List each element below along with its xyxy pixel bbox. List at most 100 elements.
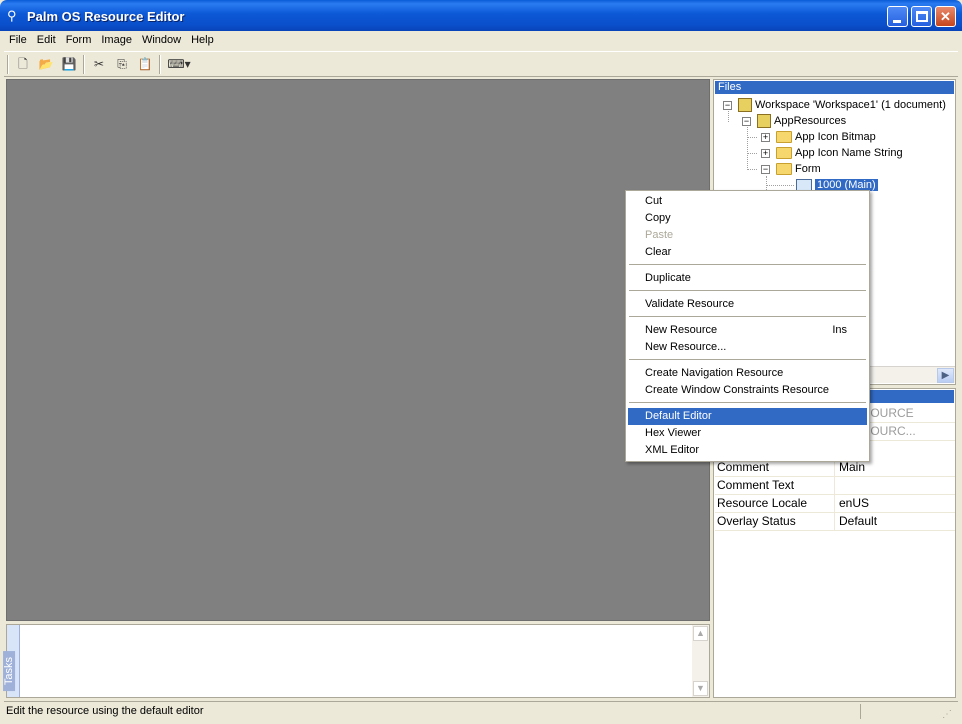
collapse-icon[interactable]: − xyxy=(723,100,732,110)
files-panel-header: Files xyxy=(715,81,954,94)
menu-item-paste: Paste xyxy=(645,229,674,241)
menu-separator xyxy=(629,359,866,360)
document-workspace[interactable] xyxy=(6,79,710,621)
toolbar-separator xyxy=(83,55,85,74)
menu-help[interactable]: Help xyxy=(186,31,219,49)
copy-icon: ⎘ xyxy=(117,57,127,71)
menu-item-clear[interactable]: Clear xyxy=(628,244,867,261)
new-icon: 🗋 xyxy=(18,57,28,71)
device-icon: ⌨▾ xyxy=(167,57,191,71)
title-bar: ⚲ Palm OS Resource Editor ✕ xyxy=(0,0,962,31)
window-title: Palm OS Resource Editor xyxy=(27,9,185,24)
tree-item-workspace[interactable]: − Workspace 'Workspace1' (1 document) xyxy=(723,97,946,113)
tree-line xyxy=(747,124,748,170)
shortcut-label: Ins xyxy=(832,324,847,336)
tasks-tab-label: Tasks xyxy=(3,650,16,692)
context-menu: Cut Copy Paste Clear Duplicate Validate … xyxy=(625,190,870,462)
collapse-icon[interactable]: − xyxy=(742,116,751,126)
minimize-icon xyxy=(893,20,901,23)
paste-button[interactable]: 📋 xyxy=(135,55,155,73)
menu-item-duplicate[interactable]: Duplicate xyxy=(628,270,867,287)
save-button[interactable]: 💾 xyxy=(59,55,79,73)
tree-item-label: AppResources xyxy=(774,115,847,127)
close-button[interactable]: ✕ xyxy=(935,6,956,27)
toolbar: 🗋 📂 💾 ✂ ⎘ 📋 ⌨▾ xyxy=(4,51,958,77)
toolbar-grip xyxy=(7,55,9,74)
cut-icon: ✂ xyxy=(93,57,105,71)
workspace-icon xyxy=(738,98,752,113)
menu-separator xyxy=(629,264,866,265)
property-value: enUS xyxy=(839,496,870,510)
resize-grip-icon[interactable]: ⋰ xyxy=(942,705,956,720)
property-key: Resource Locale xyxy=(717,495,835,512)
status-cell xyxy=(860,704,940,719)
resource-file-icon xyxy=(757,114,771,129)
scroll-up-icon[interactable]: ▲ xyxy=(693,626,708,641)
scroll-right-icon[interactable]: ▶ xyxy=(937,368,954,383)
menu-bar: File Edit Form Image Window Help xyxy=(4,31,958,50)
menu-separator xyxy=(629,290,866,291)
folder-icon xyxy=(776,131,792,144)
open-icon: 📂 xyxy=(38,57,54,71)
tree-item-app-icon-name-string[interactable]: + App Icon Name String xyxy=(761,145,903,161)
close-icon: ✕ xyxy=(940,9,951,24)
minimize-button[interactable] xyxy=(887,6,908,27)
collapse-icon[interactable]: − xyxy=(761,164,770,174)
scroll-down-icon[interactable]: ▼ xyxy=(693,681,708,696)
property-row-resource-locale[interactable]: Resource Locale enUS xyxy=(715,495,955,513)
expand-icon[interactable]: + xyxy=(761,148,770,158)
copy-button[interactable]: ⎘ xyxy=(112,55,132,73)
tasks-panel: Tasks ▲ ▼ xyxy=(3,624,710,698)
device-dropdown-button[interactable]: ⌨▾ xyxy=(164,55,194,73)
tasks-vertical-scrollbar[interactable]: ▲ ▼ xyxy=(692,625,709,697)
toolbar-separator xyxy=(159,55,161,74)
tree-line xyxy=(747,169,757,170)
tasks-tab[interactable]: Tasks xyxy=(3,625,20,697)
save-icon: 💾 xyxy=(61,57,77,71)
tree-line xyxy=(747,153,757,154)
menu-separator xyxy=(629,402,866,403)
menu-item-xml-editor[interactable]: XML Editor xyxy=(628,442,867,459)
menu-item-default-editor[interactable]: Default Editor xyxy=(628,408,867,425)
menu-window[interactable]: Window xyxy=(137,31,186,49)
menu-item-cut[interactable]: Cut xyxy=(628,193,867,210)
new-button[interactable]: 🗋 xyxy=(13,55,33,73)
menu-file[interactable]: File xyxy=(4,31,32,49)
menu-item-new-resource[interactable]: New Resource Ins xyxy=(628,322,867,339)
menu-item-validate-resource[interactable]: Validate Resource xyxy=(628,296,867,313)
folder-open-icon xyxy=(776,163,792,176)
tree-item-label: App Icon Bitmap xyxy=(795,131,876,143)
tree-item-form[interactable]: − Form xyxy=(761,161,821,177)
paste-icon: 📋 xyxy=(137,57,153,71)
folder-icon xyxy=(776,147,792,160)
tree-item-label: Workspace 'Workspace1' (1 document) xyxy=(755,99,946,111)
app-icon: ⚲ xyxy=(7,8,17,23)
open-button[interactable]: 📂 xyxy=(36,55,56,73)
status-bar: Edit the resource using the default edit… xyxy=(4,701,958,720)
property-row-overlay-status[interactable]: Overlay Status Default xyxy=(715,513,955,531)
cut-button[interactable]: ✂ xyxy=(89,55,109,73)
status-text: Edit the resource using the default edit… xyxy=(6,705,204,717)
menu-edit[interactable]: Edit xyxy=(32,31,61,49)
menu-separator xyxy=(629,316,866,317)
menu-item-copy[interactable]: Copy xyxy=(628,210,867,227)
maximize-button[interactable] xyxy=(911,6,932,27)
tree-item-appresources[interactable]: − AppResources xyxy=(742,113,846,129)
expand-icon[interactable]: + xyxy=(761,132,770,142)
menu-item-new-resource-dialog[interactable]: New Resource... xyxy=(628,339,867,356)
property-value: Default xyxy=(839,514,878,528)
menu-image[interactable]: Image xyxy=(96,31,137,49)
tree-line xyxy=(747,137,757,138)
property-key: Overlay Status xyxy=(717,513,835,530)
tree-item-app-icon-bitmap[interactable]: + App Icon Bitmap xyxy=(761,129,876,145)
tree-item-label: App Icon Name String xyxy=(795,147,903,159)
tree-item-label: Form xyxy=(795,163,821,175)
tree-line xyxy=(766,185,794,186)
menu-item-create-navigation-resource[interactable]: Create Navigation Resource xyxy=(628,365,867,382)
property-row-comment-text[interactable]: Comment Text xyxy=(715,477,955,495)
property-key: Comment Text xyxy=(717,477,835,494)
menu-form[interactable]: Form xyxy=(61,31,97,49)
menu-item-hex-viewer[interactable]: Hex Viewer xyxy=(628,425,867,442)
maximize-icon xyxy=(916,11,928,22)
menu-item-create-window-constraints-resource[interactable]: Create Window Constraints Resource xyxy=(628,382,867,399)
